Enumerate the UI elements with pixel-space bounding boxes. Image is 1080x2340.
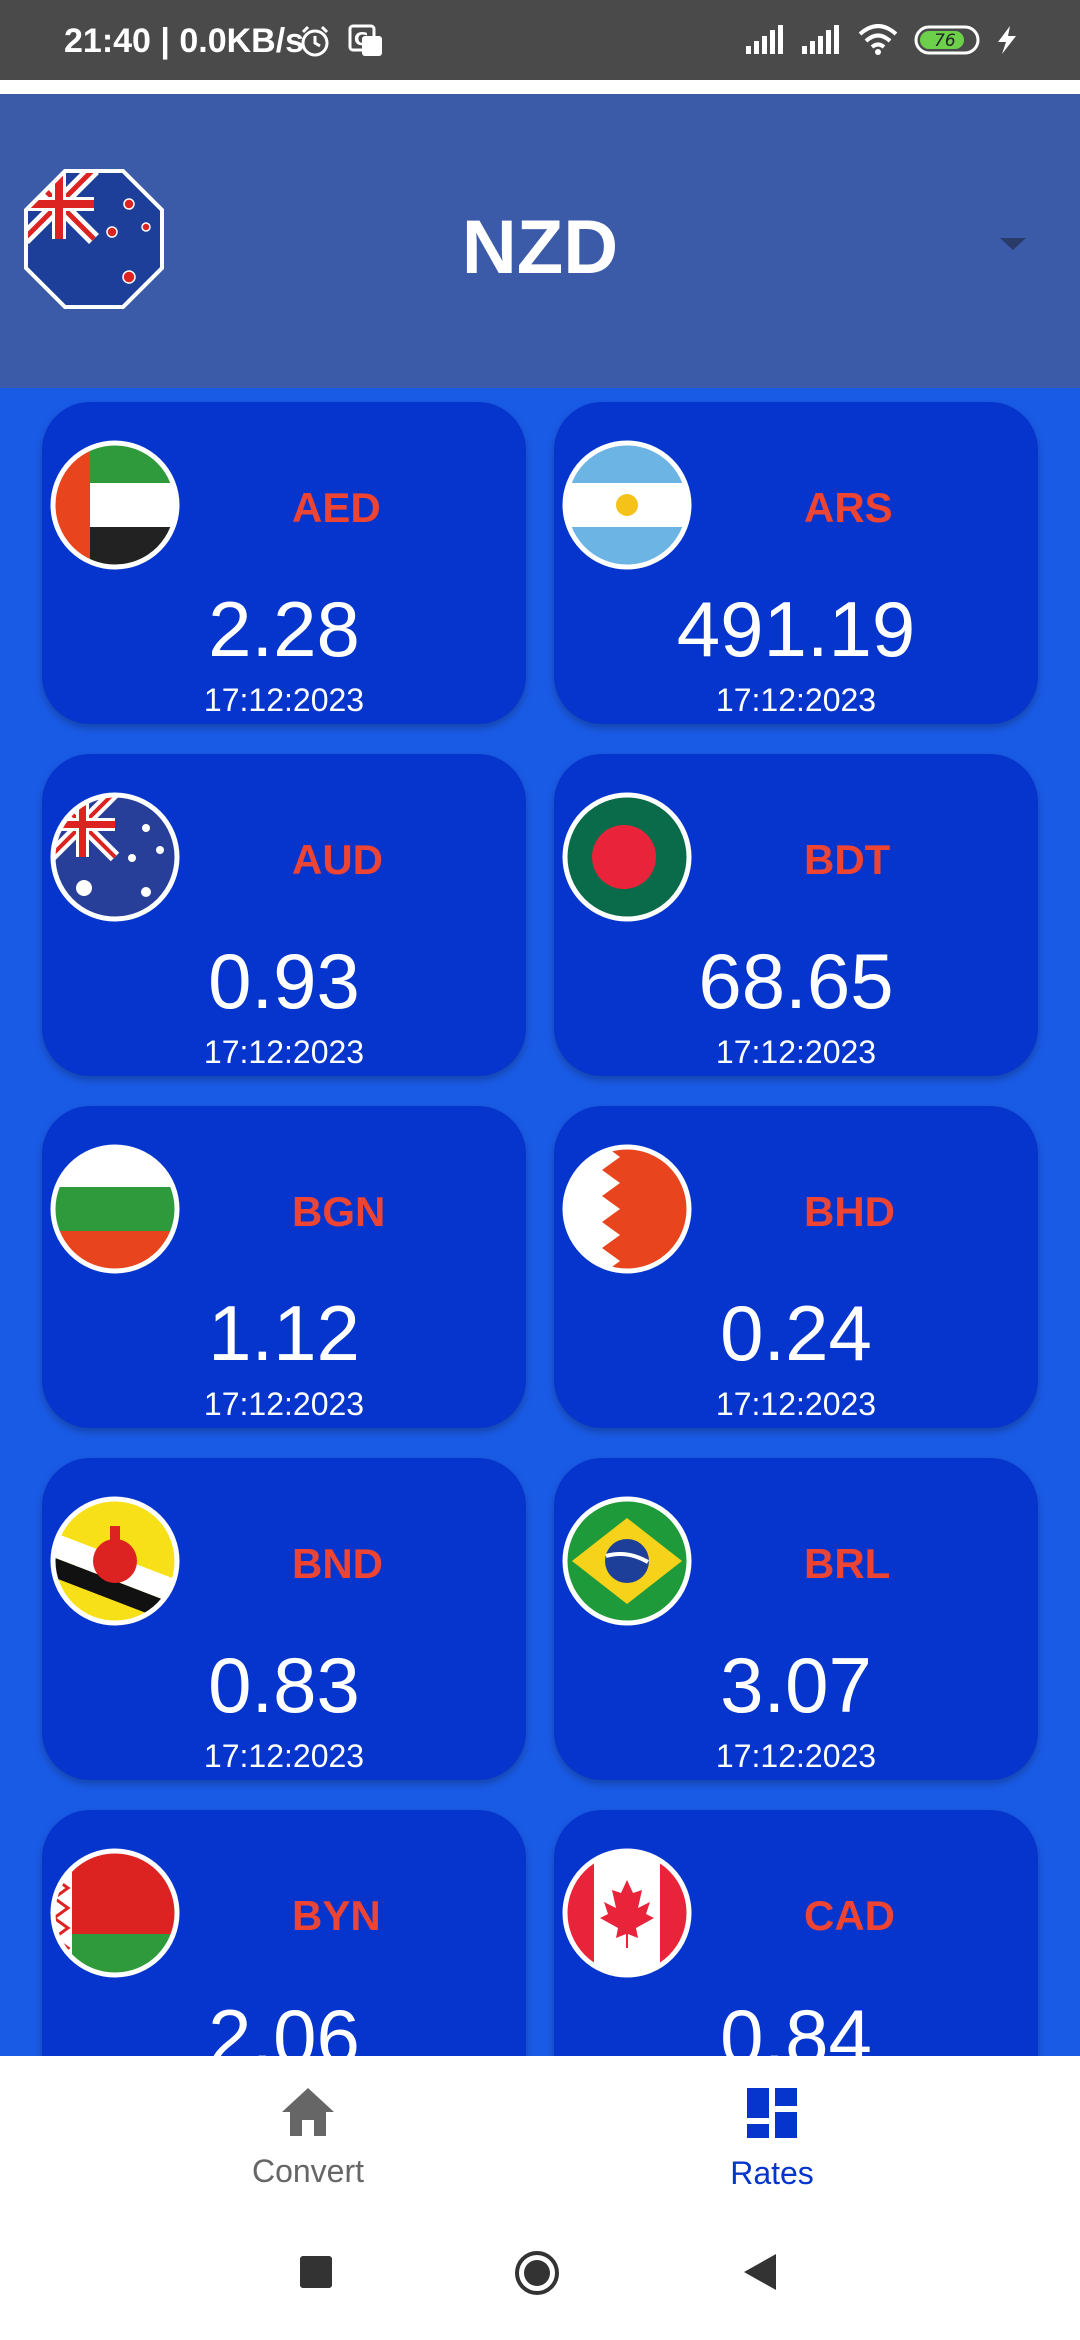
rate-date: 17:12:2023 — [203, 682, 365, 718]
currency-code: BRL — [804, 1540, 891, 1587]
home-button[interactable] — [514, 2250, 560, 2296]
currency-code: AED — [292, 484, 381, 531]
rates-grid: AED 2.28 17:12:2023 ARS 491.19 17:12:202… — [0, 388, 1080, 2056]
rate-value: 0.83 — [208, 1641, 360, 1729]
rate-value: 0.84 — [720, 1993, 872, 2056]
rate-date: 17:12:2023 — [715, 1386, 877, 1422]
rate-value: 3.07 — [720, 1641, 872, 1729]
rate-card-byn[interactable]: BYN 2.06 — [42, 1810, 526, 2056]
system-navigation-bar — [0, 2236, 1080, 2340]
tab-convert-label: Convert — [251, 2153, 365, 2189]
status-divider — [0, 80, 1080, 94]
currency-code: CAD — [804, 1892, 895, 1939]
currency-code: BDT — [804, 836, 891, 883]
signal-icon — [746, 25, 783, 54]
dashboard-icon — [747, 2088, 797, 2138]
rate-card-ars[interactable]: ARS 491.19 17:12:2023 — [554, 402, 1038, 724]
rate-value: 68.65 — [698, 937, 894, 1025]
currency-code: AUD — [292, 836, 383, 883]
tab-convert[interactable]: Convert — [158, 2086, 458, 2190]
base-currency-title: NZD — [461, 205, 619, 290]
rate-card-bnd[interactable]: BND 0.83 17:12:2023 — [42, 1458, 526, 1780]
rate-value: 0.24 — [720, 1289, 872, 1377]
belarus-flag-icon — [50, 1848, 180, 1978]
status-time: 21:40 | 0.0KB/s — [64, 22, 305, 60]
rate-card-aud[interactable]: AUD 0.93 17:12:2023 — [42, 754, 526, 1076]
bottom-navigation: Convert Rates — [0, 2056, 1080, 2236]
rate-card-aed[interactable]: AED 2.28 17:12:2023 — [42, 402, 526, 724]
signal-icon-2 — [802, 25, 839, 54]
rate-date: 17:12:2023 — [203, 1034, 365, 1070]
rate-value: 0.93 — [208, 937, 360, 1025]
brazil-flag-icon — [562, 1496, 692, 1626]
currency-code: ARS — [804, 484, 893, 531]
chevron-down-icon[interactable] — [998, 234, 1028, 254]
argentina-flag-icon — [562, 440, 692, 570]
australia-flag-icon — [50, 792, 180, 922]
alarm-icon — [301, 25, 329, 57]
rate-value: 2.06 — [208, 1993, 360, 2056]
svg-text:76: 76 — [934, 31, 956, 51]
rate-date: 17:12:2023 — [203, 1386, 365, 1422]
rate-card-bgn[interactable]: BGN 1.12 17:12:2023 — [42, 1106, 526, 1428]
rate-card-bhd[interactable]: BHD 0.24 17:12:2023 — [554, 1106, 1038, 1428]
bahrain-flag-icon — [562, 1144, 692, 1274]
charging-icon — [998, 26, 1016, 54]
rate-date: 17:12:2023 — [715, 682, 877, 718]
rate-card-cad[interactable]: CAD 0.84 — [554, 1810, 1038, 2056]
currency-code: BHD — [804, 1188, 895, 1235]
tab-rates[interactable]: Rates — [622, 2086, 922, 2192]
currency-code: BND — [292, 1540, 383, 1587]
status-bar: 21:40 | 0.0KB/s G 76 — [0, 0, 1080, 80]
canada-flag-icon — [562, 1848, 692, 1978]
rate-value: 491.19 — [676, 585, 916, 673]
rate-date: 17:12:2023 — [203, 1738, 365, 1774]
rate-value: 1.12 — [208, 1289, 360, 1377]
rate-date: 17:12:2023 — [715, 1738, 877, 1774]
currency-code: BGN — [292, 1188, 386, 1235]
translate-icon: G — [348, 24, 382, 56]
recents-button[interactable] — [300, 2256, 332, 2288]
rate-date: 17:12:2023 — [715, 1034, 877, 1070]
battery-icon: 76 — [914, 25, 980, 55]
tab-rates-label: Rates — [730, 2155, 814, 2191]
bangladesh-flag-icon — [562, 792, 692, 922]
bulgaria-flag-icon — [50, 1144, 180, 1274]
wifi-icon — [858, 24, 898, 55]
currency-code: BYN — [292, 1892, 381, 1939]
home-icon — [282, 2088, 334, 2136]
app-header: NZD — [0, 94, 1080, 388]
uae-flag-icon — [50, 440, 180, 570]
back-button[interactable] — [742, 2252, 778, 2292]
rate-card-bdt[interactable]: BDT 68.65 17:12:2023 — [554, 754, 1038, 1076]
rate-card-brl[interactable]: BRL 3.07 17:12:2023 — [554, 1458, 1038, 1780]
brunei-flag-icon — [50, 1496, 180, 1626]
rate-value: 2.28 — [208, 585, 360, 673]
